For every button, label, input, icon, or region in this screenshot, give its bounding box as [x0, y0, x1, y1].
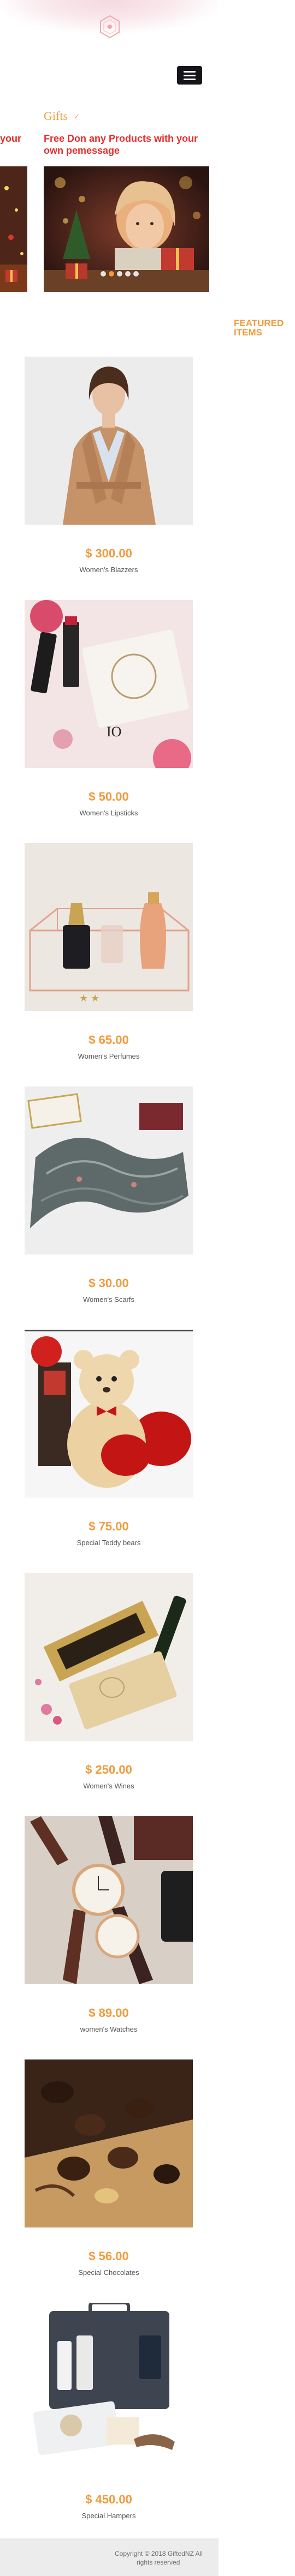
product-card[interactable]: $ 300.00 Women's Blazzers	[25, 357, 194, 591]
product-card[interactable]: $ 75.00 Special Teddy bears	[25, 1330, 194, 1564]
copyright-line-2: rights reserved	[137, 2559, 180, 2566]
hero-subtitle-line-2: own pemessage	[44, 145, 120, 156]
product-price: $ 450.00	[85, 2493, 132, 2506]
carousel-dot-active[interactable]	[109, 271, 114, 277]
carousel-dot[interactable]	[117, 271, 122, 277]
copyright-text: Copyright © 2018 GiftedNZ All rights res…	[115, 2549, 213, 2567]
menu-bar-icon	[184, 70, 196, 73]
product-card[interactable]: ★ ★ $ 65.00 Women's Perfumes	[25, 843, 194, 1078]
product-price: $ 250.00	[85, 1763, 132, 1776]
product-price: $ 89.00	[88, 2006, 129, 2020]
featured-items-heading: FEATURED ITEMS	[234, 319, 288, 337]
blazer-image[interactable]	[25, 357, 193, 525]
product-name[interactable]: Women's Wines	[25, 1782, 193, 1790]
perfume-image[interactable]: ★ ★	[25, 843, 193, 1011]
product-name[interactable]: Special Teddy bears	[25, 1539, 193, 1547]
chocolate-image[interactable]	[25, 2059, 193, 2227]
lipstick-image[interactable]: IO	[25, 600, 193, 768]
featured-heading-line-1: FEATURED	[234, 318, 284, 328]
hero-title: Gifts	[44, 109, 68, 123]
product-name[interactable]: Special Chocolates	[25, 2268, 193, 2277]
product-price: $ 30.00	[88, 1276, 129, 1290]
product-name[interactable]: Women's Scarfs	[25, 1295, 193, 1304]
footer: Copyright © 2018 GiftedNZ All rights res…	[0, 2538, 219, 2576]
featured-heading-line-2: ITEMS	[234, 327, 262, 338]
menu-bar-icon	[184, 74, 196, 76]
product-price: $ 56.00	[88, 2249, 129, 2263]
hamburger-menu-button[interactable]	[177, 66, 202, 85]
product-price: $ 300.00	[85, 547, 132, 560]
product-name[interactable]: women's Watches	[25, 2025, 193, 2033]
product-card[interactable]: $ 89.00 women's Watches	[25, 1816, 194, 2051]
carousel-dot[interactable]	[101, 271, 106, 277]
product-name[interactable]: Women's Lipsticks	[25, 809, 193, 817]
brand-logo-icon[interactable]	[97, 14, 122, 39]
carousel-pagination	[101, 271, 139, 277]
product-name[interactable]: Women's Perfumes	[25, 1052, 193, 1060]
product-card[interactable]: $ 450.00 Special Hampers	[25, 2303, 194, 2537]
christmas-gifts-image	[0, 166, 27, 292]
hero-subtitle-line-1: Free Don any Products with your	[44, 133, 198, 144]
menu-bar-icon	[184, 78, 196, 80]
previous-slide-caption-fragment: your	[0, 133, 22, 144]
product-card[interactable]: $ 30.00 Women's Scarfs	[25, 1086, 194, 1321]
hero-title-accent: ✓	[74, 112, 80, 121]
carousel-dot[interactable]	[125, 271, 131, 277]
scarf-image[interactable]	[25, 1086, 193, 1254]
teddy-bear-image[interactable]	[25, 1330, 193, 1498]
copyright-line-1: Copyright © 2018 GiftedNZ All	[115, 2550, 203, 2557]
watch-image[interactable]	[25, 1816, 193, 1984]
product-card[interactable]: IO $ 50.00 Women's Lipsticks	[25, 600, 194, 834]
hamper-image[interactable]	[25, 2303, 193, 2471]
wine-image[interactable]	[25, 1573, 193, 1741]
carousel-previous-slide[interactable]	[0, 166, 27, 292]
svg-text:IO: IO	[107, 724, 121, 740]
product-name[interactable]: Women's Blazzers	[25, 566, 193, 574]
carousel-dot[interactable]	[133, 271, 139, 277]
product-card[interactable]: $ 250.00 Women's Wines	[25, 1573, 194, 1808]
product-name[interactable]: Special Hampers	[25, 2512, 193, 2520]
svg-text:★ ★: ★ ★	[79, 993, 99, 1004]
product-price: $ 65.00	[88, 1033, 129, 1047]
product-card[interactable]: $ 56.00 Special Chocolates	[25, 2059, 194, 2294]
product-price: $ 50.00	[88, 790, 129, 803]
product-price: $ 75.00	[88, 1520, 129, 1533]
